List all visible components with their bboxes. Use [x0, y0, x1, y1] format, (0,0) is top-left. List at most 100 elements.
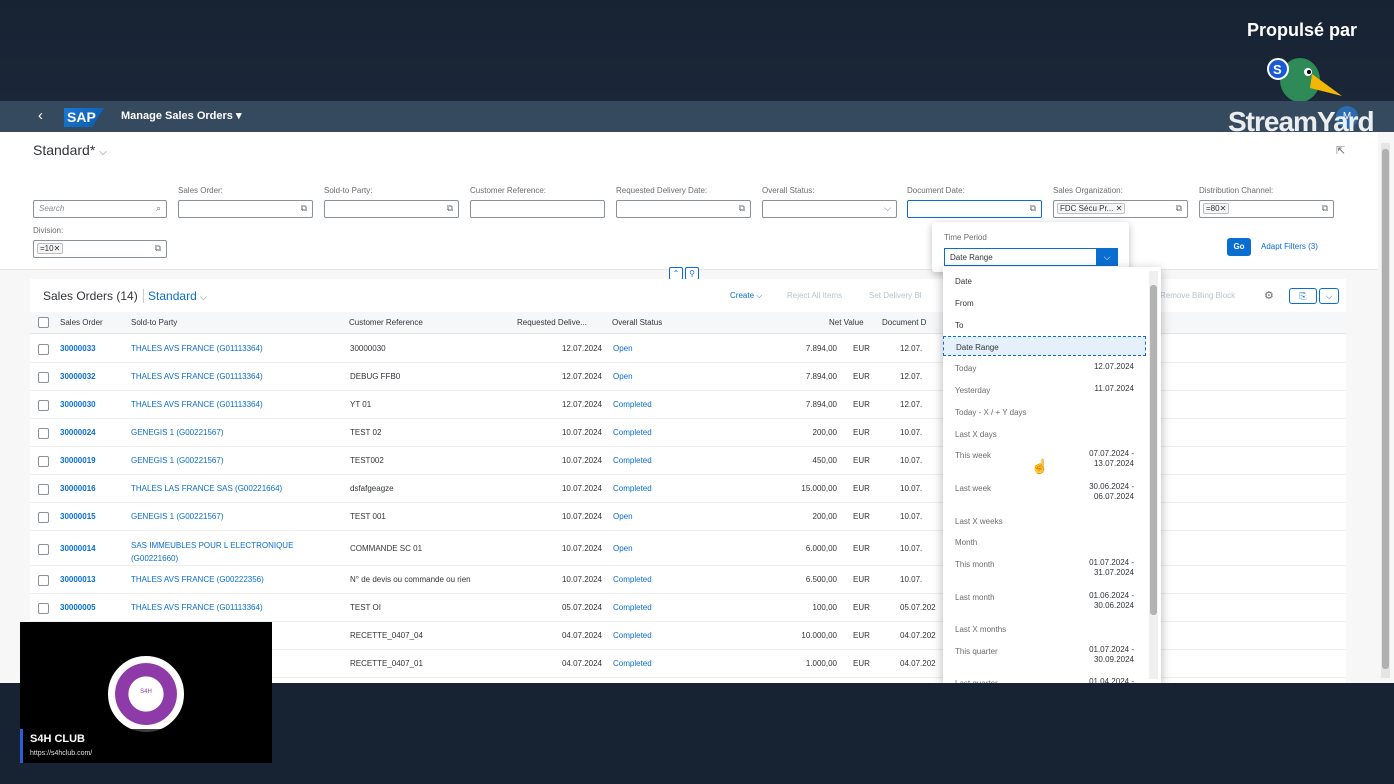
remove-billing-button[interactable]: Remove Billing Block [1160, 291, 1235, 300]
settings-gear-icon[interactable]: ⚙ [1264, 289, 1274, 302]
sap-logo[interactable]: SAP [64, 108, 104, 127]
column-document-date[interactable]: Document D [882, 318, 926, 327]
overall-status[interactable]: Completed [613, 484, 652, 493]
row-checkbox[interactable] [38, 456, 49, 467]
calendar-icon[interactable]: ⧉ [739, 203, 745, 214]
value-help-icon[interactable]: ⧉ [1030, 203, 1036, 214]
sales-order-field[interactable]: ⧉ [178, 200, 313, 218]
overall-status[interactable]: Completed [613, 631, 652, 640]
time-period-option[interactable]: This quarter 01.07.2024 - 30.09.2024 [943, 641, 1146, 667]
row-checkbox[interactable] [38, 372, 49, 383]
column-sales-order[interactable]: Sales Order [60, 318, 103, 327]
time-period-option[interactable]: Date [943, 271, 1146, 291]
go-button[interactable]: Go [1227, 238, 1251, 256]
adapt-filters-link[interactable]: Adapt Filters (3) [1261, 242, 1318, 251]
close-icon[interactable]: ✕ [1220, 204, 1227, 213]
sales-order-id[interactable]: 30000024 [60, 428, 96, 437]
row-checkbox[interactable] [38, 512, 49, 523]
sales-order-id[interactable]: 30000032 [60, 372, 96, 381]
share-icon[interactable]: ⇱ [1336, 144, 1345, 157]
sold-to-party[interactable]: THALES AVS FRANCE (G01113364) [131, 344, 263, 353]
dist-channel-field[interactable]: =80✕ ⧉ [1199, 200, 1334, 218]
table-variant[interactable]: Standard ⌵ [143, 289, 207, 303]
close-icon[interactable]: ✕ [1116, 204, 1123, 213]
sold-to-party[interactable]: THALES AVS FRANCE (G00222356) [131, 575, 264, 584]
sales-order-id[interactable]: 30000013 [60, 575, 96, 584]
sold-to-party[interactable]: GENEGIS 1 (G00221567) [131, 456, 224, 465]
list-scrollbar[interactable] [1149, 271, 1158, 679]
row-checkbox[interactable] [38, 603, 49, 614]
sold-to-party[interactable]: THALES AVS FRANCE (G01113364) [131, 372, 263, 381]
value-help-icon[interactable]: ⧉ [1176, 203, 1182, 214]
req-delivery-field[interactable]: ⧉ [616, 200, 751, 218]
overall-status[interactable]: Completed [613, 603, 652, 612]
search-icon[interactable]: ⌕ [156, 203, 161, 214]
value-help-icon[interactable]: ⧉ [155, 243, 161, 254]
chevron-down-icon[interactable]: ⌵ [884, 203, 891, 214]
row-checkbox[interactable] [38, 484, 49, 495]
time-period-option[interactable]: Last X days [943, 424, 1146, 444]
sold-to-party[interactable]: THALES LAS FRANCE SAS (G00221664) [131, 484, 282, 493]
set-delivery-button[interactable]: Set Delivery Bl [869, 291, 921, 300]
sales-order-id[interactable]: 30000019 [60, 456, 96, 465]
row-checkbox[interactable] [38, 400, 49, 411]
overall-status[interactable]: Open [613, 372, 633, 381]
row-checkbox[interactable] [38, 575, 49, 586]
time-period-option[interactable]: Month [943, 532, 1146, 552]
reject-all-button[interactable]: Reject All Items [787, 291, 842, 300]
filter-token[interactable]: =80✕ [1203, 203, 1230, 214]
back-icon[interactable]: ‹ [38, 107, 43, 124]
overall-status[interactable]: Open [613, 344, 633, 353]
time-period-option[interactable]: This month 01.07.2024 - 31.07.2024 [943, 554, 1146, 580]
export-icon[interactable]: ⎘ [1289, 288, 1317, 304]
select-all-checkbox[interactable] [38, 317, 49, 328]
time-period-option[interactable]: Last X months [943, 619, 1146, 639]
document-date-field[interactable]: ⧉ [907, 200, 1042, 218]
time-period-option[interactable]: Date Range [943, 336, 1146, 356]
chevron-down-icon[interactable]: ⌵ [1319, 288, 1339, 304]
overall-status-select[interactable]: ⌵ [762, 200, 897, 218]
sold-to-field[interactable]: ⧉ [324, 200, 459, 218]
time-period-option[interactable]: Last X weeks [943, 511, 1146, 531]
time-period-option[interactable]: From [943, 293, 1146, 313]
customer-ref-field[interactable] [470, 200, 605, 218]
search-input[interactable]: Search ⌕ [33, 200, 167, 218]
time-period-option[interactable]: Last week 30.06.2024 - 06.07.2024 [943, 478, 1146, 504]
filter-token[interactable]: =10✕ [37, 243, 64, 254]
column-net-value[interactable]: Net Value [829, 318, 864, 327]
time-period-option[interactable]: Last month 01.06.2024 - 30.06.2024 [943, 587, 1146, 613]
row-checkbox[interactable] [38, 544, 49, 555]
overall-status[interactable]: Open [613, 512, 633, 521]
page-scrollbar[interactable] [1381, 143, 1390, 678]
time-period-option[interactable]: To [943, 315, 1146, 335]
time-period-select[interactable]: Date Range ⌵ [944, 248, 1118, 266]
column-sold-to[interactable]: Sold-to Party [131, 318, 177, 327]
time-period-option[interactable]: Today - X / + Y days [943, 402, 1146, 422]
sales-order-id[interactable]: 30000005 [60, 603, 96, 612]
sales-org-field[interactable]: FDC Sécu Pr... ✕ ⧉ [1053, 200, 1188, 218]
time-period-option[interactable]: Last quarter 01.04.2024 - [943, 673, 1146, 683]
overall-status[interactable]: Completed [613, 659, 652, 668]
sold-to-party[interactable]: SAS IMMEUBLES POUR L ELECTRONIQUE (G0022… [131, 539, 321, 565]
division-field[interactable]: =10✕ ⧉ [33, 240, 167, 258]
close-icon[interactable]: ✕ [54, 244, 61, 253]
overall-status[interactable]: Completed [613, 428, 652, 437]
variant-selector[interactable]: Standard* ⌵ [33, 142, 107, 158]
sold-to-party[interactable]: GENEGIS 1 (G00221567) [131, 428, 224, 437]
row-checkbox[interactable] [38, 428, 49, 439]
column-req-delivery[interactable]: Requested Delive... [517, 318, 587, 327]
overall-status[interactable]: Completed [613, 400, 652, 409]
sales-order-id[interactable]: 30000014 [60, 544, 96, 553]
overall-status[interactable]: Open [613, 544, 633, 553]
chevron-down-icon[interactable]: ⌵ [1096, 248, 1118, 266]
row-checkbox[interactable] [38, 344, 49, 355]
sales-order-id[interactable]: 30000033 [60, 344, 96, 353]
app-title-menu[interactable]: Manage Sales Orders ▾ [121, 109, 241, 122]
value-help-icon[interactable]: ⧉ [447, 203, 453, 214]
value-help-icon[interactable]: ⧉ [1322, 203, 1328, 214]
sold-to-party[interactable]: THALES AVS FRANCE (G01113364) [131, 400, 263, 409]
sold-to-party[interactable]: THALES AVS FRANCE (G01113364) [131, 603, 263, 612]
scroll-thumb[interactable] [1150, 285, 1157, 615]
time-period-option[interactable]: Yesterday 11.07.2024 [943, 380, 1146, 400]
sales-order-id[interactable]: 30000016 [60, 484, 96, 493]
